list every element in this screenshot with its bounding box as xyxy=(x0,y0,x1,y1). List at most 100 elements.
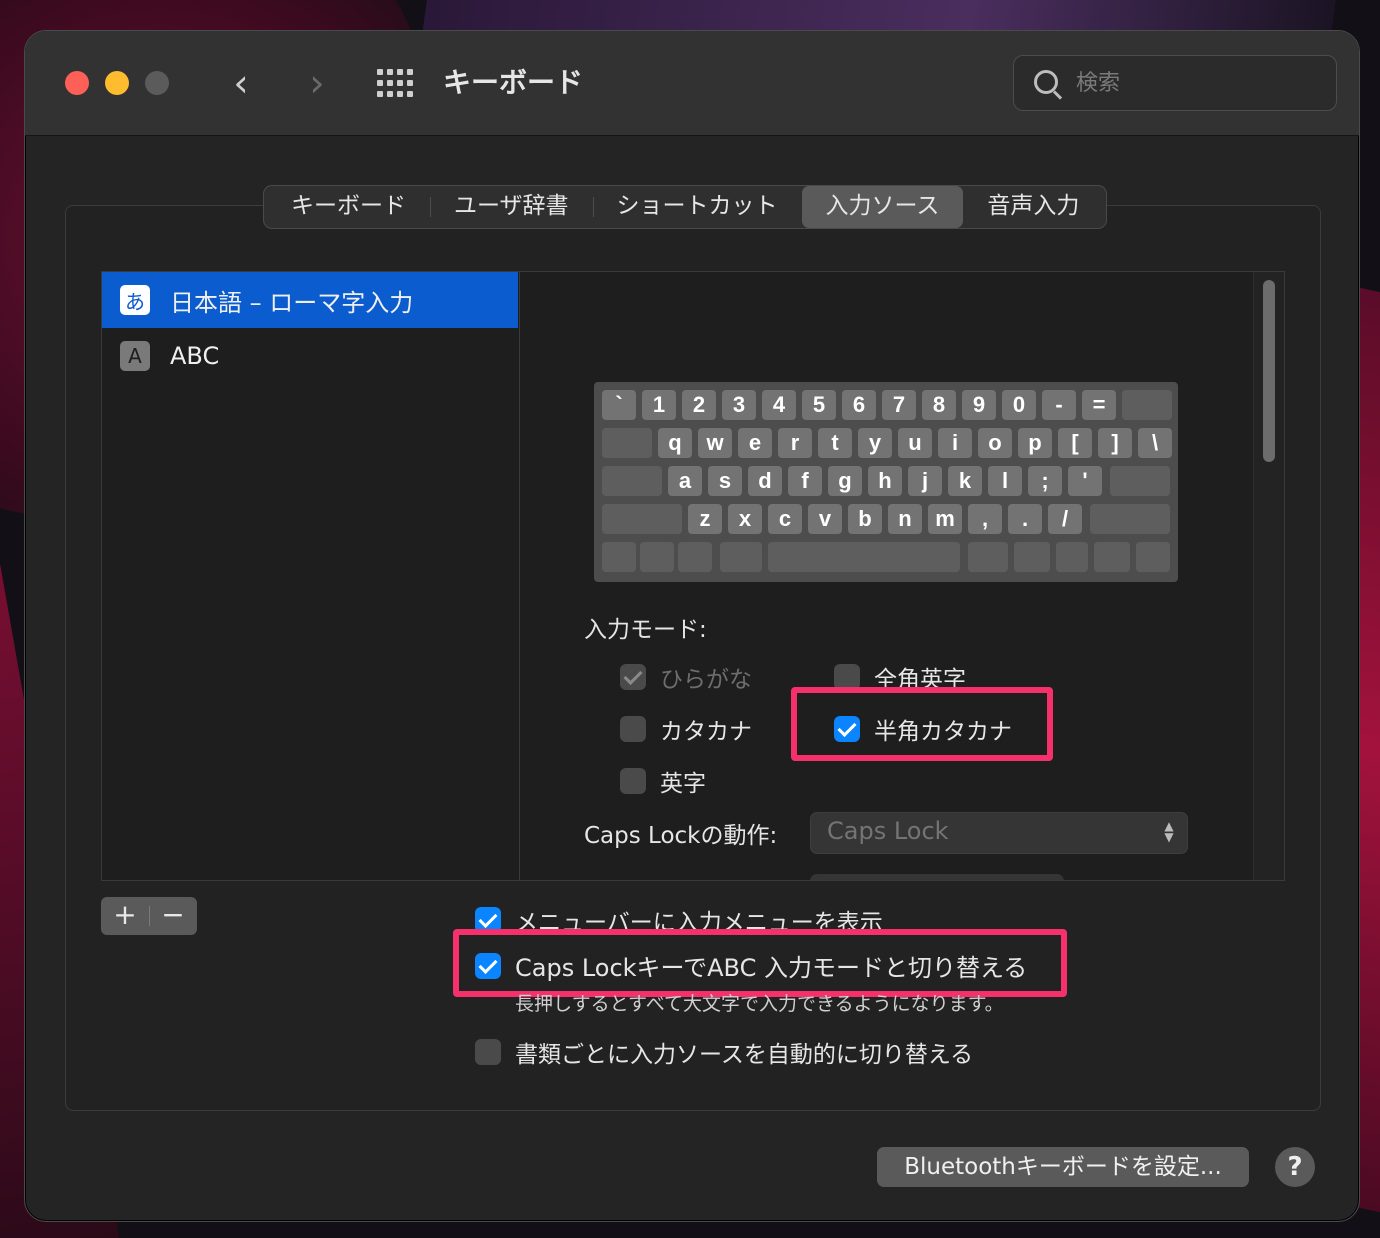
keyboard-key: k xyxy=(948,466,982,496)
keyboard-key: w xyxy=(698,428,732,458)
keyboard-key: d xyxy=(748,466,782,496)
keyboard-key: ] xyxy=(1098,428,1132,458)
keyboard-key: / xyxy=(1048,504,1082,534)
titlebar: ‹ › キーボード xyxy=(25,31,1359,136)
keyboard-key: r xyxy=(778,428,812,458)
back-chevron-icon[interactable]: ‹ xyxy=(221,61,261,105)
eiji-checkbox[interactable]: 英字 xyxy=(620,764,706,798)
keyboard-key: p xyxy=(1018,428,1052,458)
letter-a-icon: A xyxy=(120,341,150,371)
scroll-thumb[interactable] xyxy=(1263,280,1275,462)
keyboard-key: = xyxy=(1082,390,1116,420)
add-remove-control: + − xyxy=(101,897,197,935)
checkbox-unchecked xyxy=(475,1039,501,1065)
setup-bluetooth-keyboard-button[interactable]: Bluetoothキーボードを設定... xyxy=(877,1147,1249,1187)
keyboard-key-blank xyxy=(602,504,682,534)
list-item-japanese-romaji[interactable]: あ 日本語 – ローマ字入力 xyxy=(102,272,518,328)
keyboard-key: y xyxy=(858,428,892,458)
zoom-button[interactable] xyxy=(145,71,169,95)
keyboard-key: x xyxy=(728,504,762,534)
keyboard-key-blank xyxy=(720,542,762,572)
keyboard-key-blank xyxy=(602,428,652,458)
checkbox-unchecked xyxy=(620,716,646,742)
search-input[interactable] xyxy=(1074,66,1318,100)
keyboard-key: j xyxy=(908,466,942,496)
list-item-label: 日本語 – ローマ字入力 xyxy=(170,288,414,317)
keyboard-key: 9 xyxy=(962,390,996,420)
help-button[interactable]: ? xyxy=(1275,1147,1315,1187)
keyboard-key: a xyxy=(668,466,702,496)
keyboard-key: f xyxy=(788,466,822,496)
minimize-button[interactable] xyxy=(105,71,129,95)
keyboard-key-blank xyxy=(602,466,662,496)
input-source-detail-pane: ` 1 2 3 4 5 6 7 8 9 0- = q w e r t y u i o p[] \ a s d f g h j k l; ' z x c… xyxy=(519,271,1285,881)
search-icon xyxy=(1034,70,1058,94)
input-source-list: あ 日本語 – ローマ字入力 A ABC xyxy=(101,271,520,881)
tab-bar: キーボード ユーザ辞書 ショートカット 入力ソース 音声入力 xyxy=(263,185,1108,229)
keyboard-key: . xyxy=(1008,504,1042,534)
scrollbar[interactable] xyxy=(1253,272,1284,880)
auto-switch-source-checkbox[interactable]: 書類ごとに入力ソースを自動的に切り替える xyxy=(475,1035,973,1069)
updown-chevron-icon: ▲ ▼ xyxy=(1164,819,1174,844)
tab-keyboard[interactable]: キーボード xyxy=(267,186,430,228)
keyboard-key-blank xyxy=(1056,542,1088,572)
remove-source-button[interactable]: − xyxy=(149,897,197,935)
keyboard-key-blank xyxy=(968,542,1008,572)
hiragana-checkbox[interactable]: ひらがな xyxy=(620,660,752,694)
keyboard-key: z xyxy=(688,504,722,534)
tab-dictation[interactable]: 音声入力 xyxy=(963,186,1103,228)
keyboard-key: m xyxy=(928,504,962,534)
highlight-box-caps-lock xyxy=(453,929,1067,997)
keyboard-key: t xyxy=(818,428,852,458)
keyboard-key: , xyxy=(968,504,1002,534)
tab-input-sources[interactable]: 入力ソース xyxy=(801,186,964,228)
keyboard-key: 2 xyxy=(682,390,716,420)
keyboard-key-blank xyxy=(640,542,674,572)
keyboard-key: q xyxy=(658,428,692,458)
keyboard-key: 0 xyxy=(1002,390,1036,420)
forward-chevron-icon[interactable]: › xyxy=(297,61,337,105)
keyboard-key-blank xyxy=(1122,390,1172,420)
katakana-checkbox[interactable]: カタカナ xyxy=(620,712,752,746)
keyboard-key-blank xyxy=(768,542,960,572)
keyboard-key: ` xyxy=(602,390,636,420)
keyboard-key: g xyxy=(828,466,862,496)
search-field[interactable] xyxy=(1013,55,1337,111)
keyboard-key-blank xyxy=(602,542,636,572)
tab-user-dictionary[interactable]: ユーザ辞書 xyxy=(430,186,593,228)
caps-lock-behavior-label: Caps Lockの動作: xyxy=(584,823,778,849)
hiragana-a-icon: あ xyxy=(120,285,150,315)
keyboard-key: n xyxy=(888,504,922,534)
tab-shortcuts[interactable]: ショートカット xyxy=(592,186,802,228)
highlight-box-hankaku xyxy=(791,687,1053,761)
keyboard-key: 1 xyxy=(642,390,676,420)
keyboard-key: 5 xyxy=(802,390,836,420)
keyboard-key: \ xyxy=(1138,428,1172,458)
caps-lock-note: 長押しするとすべて大文字で入力できるようになります。 xyxy=(515,993,1004,1015)
keyboard-key-blank xyxy=(1110,466,1170,496)
keyboard-key: h xyxy=(868,466,902,496)
keyboard-key-blank xyxy=(1014,542,1050,572)
add-source-button[interactable]: + xyxy=(101,897,149,935)
list-item-label: ABC xyxy=(170,342,220,370)
keyboard-key: o xyxy=(978,428,1012,458)
checkbox-unchecked xyxy=(620,768,646,794)
keyboard-key-blank xyxy=(678,542,712,572)
system-preferences-window: ‹ › キーボード キーボード ユーザ辞書 ショートカット 入力ソース 音声入力… xyxy=(24,30,1360,1222)
keyboard-key: 8 xyxy=(922,390,956,420)
keyboard-key: c xyxy=(768,504,802,534)
caps-lock-popup[interactable]: Caps Lock ▲ ▼ xyxy=(810,812,1188,854)
keyboard-key: i xyxy=(938,428,972,458)
show-all-grid-icon[interactable] xyxy=(377,67,415,99)
keyboard-key: 7 xyxy=(882,390,916,420)
keyboard-key: s xyxy=(708,466,742,496)
keyboard-key: ' xyxy=(1068,466,1102,496)
keyboard-key-blank xyxy=(1136,542,1170,572)
keyboard-key: v xyxy=(808,504,842,534)
window-title: キーボード xyxy=(443,66,584,99)
keyboard-key: l xyxy=(988,466,1022,496)
list-item-abc[interactable]: A ABC xyxy=(102,328,518,384)
partial-popup[interactable] xyxy=(810,874,1064,880)
keyboard-key: [ xyxy=(1058,428,1092,458)
close-button[interactable] xyxy=(65,71,89,95)
